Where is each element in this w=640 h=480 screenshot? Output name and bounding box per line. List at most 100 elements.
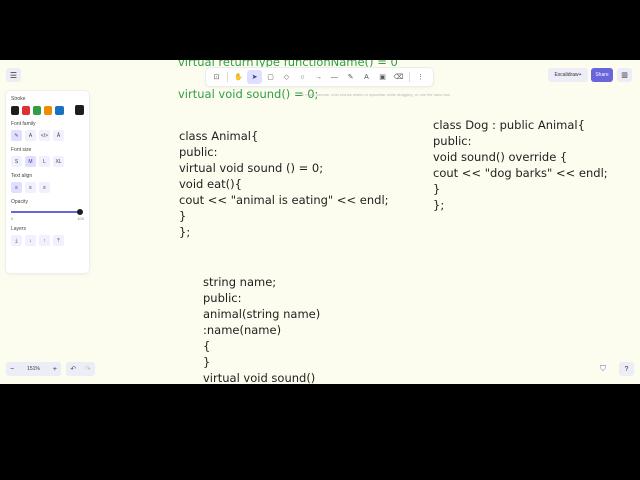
text-align-label: Text align xyxy=(11,173,33,179)
arrow-tool-button[interactable]: → xyxy=(311,70,326,84)
font-family-options: ✎ A </> Å xyxy=(11,130,84,141)
opacity-knob[interactable] xyxy=(77,208,83,215)
stroke-color-green[interactable] xyxy=(33,105,42,115)
undo-button[interactable]: ↶ xyxy=(70,365,76,373)
image-icon: ▣ xyxy=(379,74,386,81)
font-hand-drawn-button[interactable]: ✎ xyxy=(11,130,22,141)
drawing-canvas[interactable]: virtual returnType functionName() = 0 vi… xyxy=(0,60,640,384)
canvas-hint: To move canvas, hold mouse wheel or spac… xyxy=(300,92,451,97)
shapes-toolbar: ⊡ ✋ ➤ ▢ ◇ ○ → — ✎ A ▣ ⌫ ⋮ xyxy=(206,68,433,86)
stroke-color-red[interactable] xyxy=(22,105,31,115)
font-code-button[interactable]: </> xyxy=(39,130,50,141)
text-dog-class[interactable]: class Dog : public Animal{ public: void … xyxy=(433,117,608,213)
more-tools-button[interactable]: ⋮ xyxy=(413,70,428,84)
font-family-label: Font family xyxy=(11,121,36,127)
font-size-xl[interactable]: XL xyxy=(53,156,64,167)
ellipse-tool-button[interactable]: ○ xyxy=(295,70,310,84)
hamburger-icon: ☰ xyxy=(9,70,18,80)
font-normal-button[interactable]: A xyxy=(25,130,36,141)
main-menu-button[interactable]: ☰ xyxy=(6,68,21,82)
excalidraw-plus-button[interactable]: Excalidraw+ xyxy=(548,68,588,82)
eraser-icon: ⌫ xyxy=(393,74,404,81)
align-center-button[interactable]: ≡ xyxy=(25,182,36,193)
font-more-button[interactable]: Å xyxy=(53,130,64,141)
font-normal-icon: A xyxy=(28,132,33,139)
letterbox-bottom xyxy=(0,384,640,480)
text-tool-button[interactable]: A xyxy=(359,70,374,84)
selection-tool-button[interactable]: ➤ xyxy=(247,70,262,84)
bring-to-front-icon: ⤒ xyxy=(57,237,60,244)
bring-to-front-button[interactable]: ⤒ xyxy=(53,235,64,246)
undo-redo-controls: ↶ ↷ xyxy=(66,362,95,376)
font-more-icon: Å xyxy=(56,132,61,139)
help-icon: ? xyxy=(624,365,629,373)
toolbar-divider xyxy=(227,72,228,82)
send-to-back-button[interactable]: ⤓ xyxy=(11,235,22,246)
font-size-label: Font size xyxy=(11,147,32,153)
lock-tool-button[interactable]: ⊡ xyxy=(209,70,224,84)
eraser-tool-button[interactable]: ⌫ xyxy=(391,70,406,84)
shield-icon[interactable]: ⛉ xyxy=(600,364,606,374)
align-center-icon: ≡ xyxy=(29,184,32,191)
pointer-icon: ➤ xyxy=(251,74,258,81)
text-align-options: ≡ ≡ ≡ xyxy=(11,182,84,193)
bring-forward-button[interactable]: ↑ xyxy=(39,235,50,246)
help-button[interactable]: ? xyxy=(619,362,634,376)
font-size-options: S M L XL xyxy=(11,156,84,167)
current-stroke-color[interactable] xyxy=(74,105,84,115)
opacity-slider[interactable] xyxy=(11,208,84,215)
send-to-back-icon: ⤓ xyxy=(15,237,18,244)
layers-label: Layers xyxy=(11,226,27,232)
image-tool-button[interactable]: ▣ xyxy=(375,70,390,84)
stroke-color-blue[interactable] xyxy=(55,105,64,115)
font-size-s[interactable]: S xyxy=(11,156,22,167)
text-animal-members[interactable]: string name; public: animal(string name)… xyxy=(203,274,320,384)
stroke-color-black[interactable] xyxy=(11,105,20,115)
zoom-value[interactable]: 151% xyxy=(27,366,40,372)
redo-button[interactable]: ↷ xyxy=(85,365,91,373)
share-button[interactable]: Share xyxy=(591,68,613,82)
opacity-track xyxy=(11,211,80,213)
text-animal-class[interactable]: class Animal{ public: virtual void sound… xyxy=(179,128,389,240)
opacity-max: 100 xyxy=(77,216,84,221)
rectangle-icon: ▢ xyxy=(267,74,274,81)
line-tool-button[interactable]: — xyxy=(327,70,342,84)
stroke-colors xyxy=(11,105,84,115)
send-backward-icon: ↓ xyxy=(29,237,32,244)
zoom-out-button[interactable]: − xyxy=(10,366,14,373)
align-left-icon: ≡ xyxy=(15,184,18,191)
diamond-tool-button[interactable]: ◇ xyxy=(279,70,294,84)
stroke-label: Stroke xyxy=(11,96,26,102)
green-text-sound[interactable]: virtual void sound() = 0; xyxy=(178,86,318,102)
pencil-icon: ✎ xyxy=(14,132,19,139)
opacity-min: 0 xyxy=(11,216,14,221)
stroke-color-orange[interactable] xyxy=(44,105,53,115)
ellipse-icon: ○ xyxy=(300,73,305,81)
align-right-icon: ≡ xyxy=(43,184,46,191)
align-left-button[interactable]: ≡ xyxy=(11,182,22,193)
undo-icon: ↶ xyxy=(70,366,77,373)
letterbox-top xyxy=(0,0,640,60)
diamond-icon: ◇ xyxy=(283,74,290,81)
text-icon: A xyxy=(364,73,369,81)
library-icon: ▥ xyxy=(621,72,628,79)
rectangle-tool-button[interactable]: ▢ xyxy=(263,70,278,84)
code-icon: </> xyxy=(40,132,49,139)
arrow-icon: → xyxy=(315,73,322,81)
more-icon: ⋮ xyxy=(417,74,424,81)
toolbar-divider xyxy=(409,72,410,82)
hand-tool-button[interactable]: ✋ xyxy=(231,70,246,84)
send-backward-button[interactable]: ↓ xyxy=(25,235,36,246)
redo-icon: ↷ xyxy=(84,366,91,373)
zoom-in-button[interactable]: + xyxy=(53,366,57,373)
font-size-l[interactable]: L xyxy=(39,156,50,167)
align-right-button[interactable]: ≡ xyxy=(39,182,50,193)
font-size-m[interactable]: M xyxy=(25,156,36,167)
draw-tool-button[interactable]: ✎ xyxy=(343,70,358,84)
zoom-controls: − 151% + xyxy=(6,362,61,376)
pencil-icon: ✎ xyxy=(347,74,354,81)
line-icon: — xyxy=(331,73,338,81)
opacity-label: Opacity xyxy=(11,199,28,205)
library-button[interactable]: ▥ xyxy=(617,68,632,82)
bring-forward-icon: ↑ xyxy=(43,237,46,244)
